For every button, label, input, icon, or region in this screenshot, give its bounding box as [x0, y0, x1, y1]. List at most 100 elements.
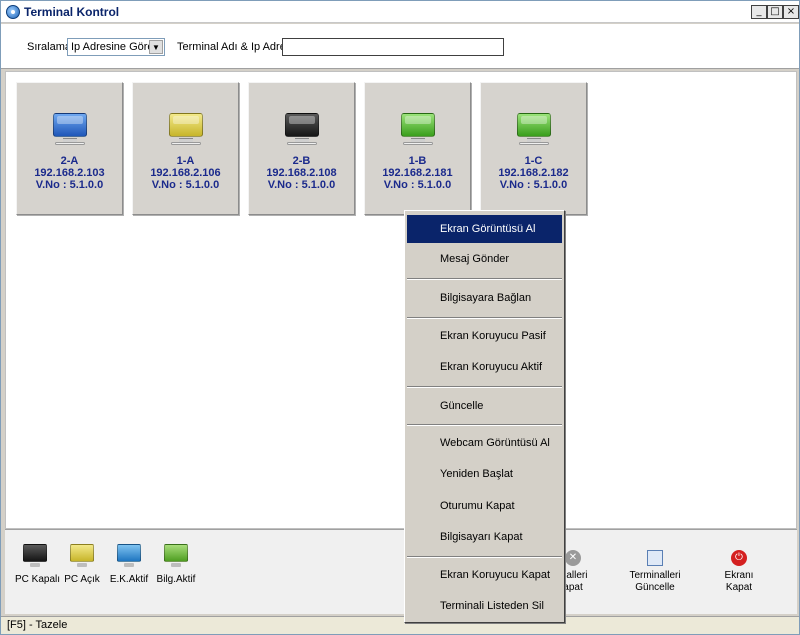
bottom-toolbar: PC Kapalı PC Açık E.K.Aktif Bilg.Aktif ✕… — [5, 529, 797, 614]
menu-separator — [407, 317, 562, 319]
terminal-version: V.No : 5.1.0.0 — [267, 179, 336, 191]
minimize-button[interactable]: _ — [751, 5, 767, 19]
menu-item-screensaver-active[interactable]: Ekran Koruyucu Aktif — [407, 353, 562, 381]
terminal-version: V.No : 5.1.0.0 — [151, 179, 220, 191]
menu-item-send-message[interactable]: Mesaj Gönder — [407, 245, 562, 273]
menu-separator — [407, 386, 562, 388]
terminal-tile[interactable]: 2-B 192.168.2.108 V.No : 5.1.0.0 — [248, 82, 355, 215]
monitor-active-icon — [164, 544, 188, 567]
monitor-icon — [401, 113, 435, 137]
legend-pc-on: PC Açık — [62, 544, 102, 585]
terminal-ip: 192.168.2.181 — [382, 167, 453, 179]
update-terminals-label-2: Güncelle — [635, 582, 675, 593]
legend-label: PC Açık — [64, 574, 100, 585]
monitor-off-icon — [23, 544, 47, 567]
monitor-icon — [517, 113, 551, 137]
menu-item-label: Bilgisayara Bağlan — [440, 292, 532, 304]
close-terminals-label-2: apat — [563, 582, 583, 593]
menu-item-label: Bilgisayarı Kapat — [440, 531, 523, 543]
terminal-ip: 192.168.2.108 — [266, 167, 337, 179]
search-label: Terminal Adı & Ip Adresi — [177, 41, 294, 53]
menu-item-screenshot[interactable]: Ekran Görüntüsü Al — [407, 215, 562, 243]
menu-item-label: Mesaj Gönder — [440, 253, 510, 265]
sort-dropdown-value: Ip Adresine Göre — [71, 41, 154, 53]
terminal-version: V.No : 5.1.0.0 — [383, 179, 452, 191]
menu-item-label: Webcam Görüntüsü Al — [440, 437, 550, 449]
menu-item-remove-terminal[interactable]: Terminali Listeden Sil — [407, 592, 562, 620]
update-terminals-label-1: Terminalleri — [629, 570, 681, 581]
terminal-tile[interactable]: 1-A 192.168.2.106 V.No : 5.1.0.0 — [132, 82, 239, 215]
update-terminals-button[interactable]: Terminalleri Güncelle — [617, 550, 693, 594]
legend-screensaver-active: E.K.Aktif — [109, 544, 149, 585]
legend-pc-off: PC Kapalı — [15, 544, 61, 585]
monitor-icon — [169, 113, 203, 137]
terminal-name: 2-B — [292, 155, 311, 167]
monitor-base — [403, 142, 433, 145]
terminal-version: V.No : 5.1.0.0 — [35, 179, 104, 191]
update-icon — [647, 550, 663, 566]
terminal-ip: 192.168.2.106 — [150, 167, 221, 179]
close-x-icon: ✕ — [565, 550, 581, 566]
status-bar: [F5] - Tazele — [1, 616, 799, 634]
menu-item-update[interactable]: Güncelle — [407, 392, 562, 420]
menu-item-webcam[interactable]: Webcam Görüntüsü Al — [407, 429, 562, 457]
legend-label: Bilg.Aktif — [156, 574, 196, 585]
menu-item-restart[interactable]: Yeniden Başlat — [407, 460, 562, 488]
close-screen-label-1: Ekranı — [724, 570, 754, 581]
legend-label: PC Kapalı — [15, 574, 61, 585]
terminal-list-area: 2-A 192.168.2.103 V.No : 5.1.0.0 1-A 192… — [5, 71, 797, 529]
sort-label: Sıralama — [27, 41, 72, 53]
monitor-base — [171, 142, 201, 145]
power-icon: ⏻ — [731, 550, 747, 566]
context-menu: Ekran Görüntüsü Al Mesaj Gönder Bilgisay… — [404, 210, 565, 623]
menu-item-label: Yeniden Başlat — [440, 468, 513, 480]
menu-item-label: Terminali Listeden Sil — [440, 600, 544, 612]
close-button[interactable]: × — [783, 5, 799, 19]
monitor-base — [55, 142, 85, 145]
close-screen-button[interactable]: ⏻ Ekranı Kapat — [701, 550, 777, 594]
status-text: [F5] - Tazele — [7, 619, 68, 631]
app-gear-icon — [6, 5, 20, 19]
terminal-tile[interactable]: 2-A 192.168.2.103 V.No : 5.1.0.0 — [16, 82, 123, 215]
close-screen-label-2: Kapat — [725, 582, 753, 593]
menu-item-label: Ekran Koruyucu Pasif — [440, 330, 546, 342]
menu-separator — [407, 424, 562, 426]
terminal-ip: 192.168.2.103 — [34, 167, 105, 179]
terminal-ip: 192.168.2.182 — [498, 167, 569, 179]
monitor-screensaver-icon — [117, 544, 141, 567]
maximize-button[interactable]: □ — [767, 5, 783, 19]
terminal-name: 1-B — [408, 155, 427, 167]
title-bar: Terminal Kontrol _ □ × — [1, 1, 799, 23]
menu-item-logoff[interactable]: Oturumu Kapat — [407, 492, 562, 520]
menu-item-label: Güncelle — [440, 400, 484, 412]
terminal-name: 2-A — [60, 155, 79, 167]
dropdown-arrow-icon[interactable]: ▼ — [149, 40, 163, 54]
window-title: Terminal Kontrol — [24, 5, 120, 19]
terminal-kontrol-window: Terminal Kontrol _ □ × Sıralama Ip Adres… — [0, 0, 800, 635]
terminal-name: 1-A — [176, 155, 195, 167]
legend-computer-active: Bilg.Aktif — [156, 544, 196, 585]
menu-item-label: Oturumu Kapat — [440, 500, 515, 512]
menu-separator — [407, 556, 562, 558]
menu-item-label: Ekran Görüntüsü Al — [440, 223, 536, 235]
monitor-base — [287, 142, 317, 145]
filter-bar: Sıralama Ip Adresine Göre ▼ Terminal Adı… — [1, 24, 799, 69]
menu-item-shutdown[interactable]: Bilgisayarı Kapat — [407, 523, 562, 551]
terminal-tile[interactable]: 1-B 192.168.2.181 V.No : 5.1.0.0 — [364, 82, 471, 215]
search-input[interactable] — [282, 38, 504, 56]
menu-separator — [407, 278, 562, 280]
terminal-name: 1-C — [524, 155, 543, 167]
menu-item-label: Ekran Koruyucu Kapat — [440, 569, 551, 581]
terminal-tile[interactable]: 1-C 192.168.2.182 V.No : 5.1.0.0 — [480, 82, 587, 215]
sort-dropdown[interactable]: Ip Adresine Göre ▼ — [67, 38, 165, 56]
monitor-icon — [285, 113, 319, 137]
monitor-base — [519, 142, 549, 145]
menu-item-label: Ekran Koruyucu Aktif — [440, 361, 543, 373]
terminal-version: V.No : 5.1.0.0 — [499, 179, 568, 191]
menu-item-close-screensaver[interactable]: Ekran Koruyucu Kapat — [407, 561, 562, 589]
menu-item-screensaver-passive[interactable]: Ekran Koruyucu Pasif — [407, 322, 562, 350]
menu-item-connect-computer[interactable]: Bilgisayara Bağlan — [407, 284, 562, 312]
monitor-on-icon — [70, 544, 94, 567]
legend-label: E.K.Aktif — [109, 574, 149, 585]
monitor-icon — [53, 113, 87, 137]
